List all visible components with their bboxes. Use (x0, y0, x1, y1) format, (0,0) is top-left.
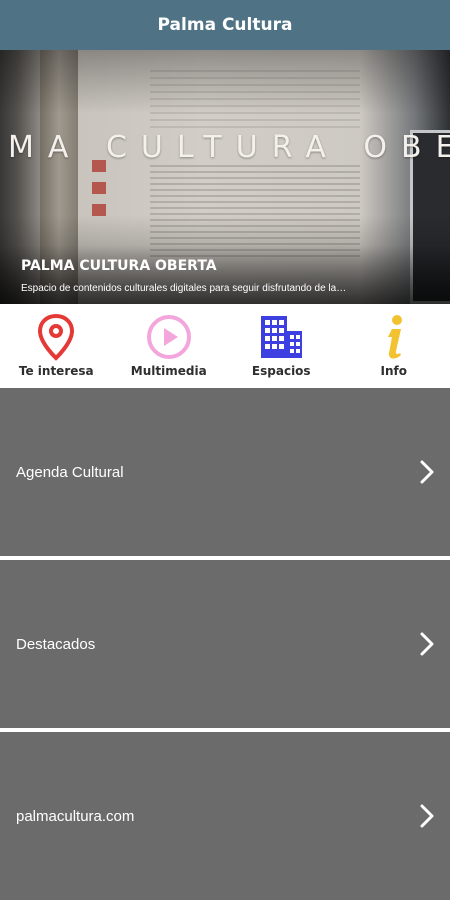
shortcut-multimedia[interactable]: Multimedia (113, 304, 226, 388)
shortcut-label: Espacios (251, 364, 311, 378)
shortcut-bar: Te interesa Multimedia Espacios Info (0, 304, 450, 388)
menu-item-label: palmacultura.com (16, 807, 135, 825)
menu-item-palmacultura-com[interactable]: palmacultura.com (0, 732, 450, 900)
hero-overlay-text: MA CULTURA OBE (8, 130, 450, 165)
play-circle-icon (143, 312, 195, 362)
shortcut-espacios[interactable]: Espacios (225, 304, 338, 388)
hero-caption-title: PALMA CULTURA OBERTA (21, 258, 217, 274)
map-pin-icon (30, 312, 82, 362)
info-icon (368, 312, 420, 362)
shortcut-label: Multimedia (130, 364, 207, 378)
shortcut-info[interactable]: Info (338, 304, 450, 388)
hero-banner[interactable]: MA CULTURA OBE PALMA CULTURA OBERTA Espa… (0, 50, 450, 304)
hero-caption-fade (0, 245, 450, 304)
chevron-right-icon (420, 460, 434, 484)
menu-item-label: Agenda Cultural (16, 463, 124, 481)
menu-item-label: Destacados (16, 635, 96, 653)
menu-item-destacados[interactable]: Destacados (0, 560, 450, 728)
shortcut-te-interesa[interactable]: Te interesa (0, 304, 113, 388)
chevron-right-icon (420, 804, 434, 828)
menu-item-agenda-cultural[interactable]: Agenda Cultural (0, 388, 450, 556)
buildings-icon (255, 312, 307, 362)
shortcut-label: Te interesa (18, 364, 94, 378)
shortcut-label: Info (380, 364, 407, 378)
chevron-right-icon (420, 632, 434, 656)
app-title: Palma Cultura (157, 15, 293, 35)
top-bar: Palma Cultura (0, 0, 450, 50)
main-menu: Agenda Cultural Destacados palmacultura.… (0, 388, 450, 900)
hero-caption-subtitle: Espacio de contenidos culturales digital… (21, 283, 347, 294)
